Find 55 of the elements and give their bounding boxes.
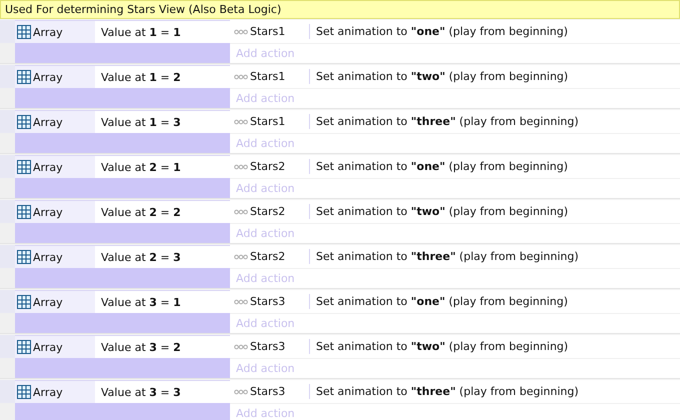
action-text[interactable]: Set animation to "three" (play from beginning) <box>310 385 579 398</box>
action-text[interactable]: Set animation to "one" (play from beginning) <box>310 160 568 173</box>
object-name: Stars2 <box>250 250 286 263</box>
object-name: Array <box>33 160 63 174</box>
object-name: Stars3 <box>250 295 286 308</box>
action-text[interactable]: Set animation to "three" (play from beginning) <box>310 250 579 263</box>
action-text[interactable]: Set animation to "one" (play from beginning) <box>310 25 568 38</box>
sprite-icon <box>234 118 248 124</box>
action-text[interactable]: Set animation to "two" (play from beginning) <box>310 70 568 83</box>
grid-icon <box>17 25 31 39</box>
sprite-icon <box>234 74 248 80</box>
object-name: Stars2 <box>250 205 286 218</box>
object-name: Array <box>33 340 63 354</box>
grid-icon <box>17 115 31 129</box>
object-name: Array <box>33 26 63 38</box>
object-name: Array <box>33 296 63 308</box>
sprite-icon <box>234 28 248 34</box>
grid-icon <box>17 205 31 219</box>
event-margin[interactable] <box>0 110 15 153</box>
event-margin[interactable] <box>0 65 15 108</box>
object-name: Stars1 <box>250 70 286 83</box>
object-name: Array <box>33 206 63 218</box>
event-margin[interactable] <box>0 155 15 198</box>
event-margin[interactable] <box>0 290 15 333</box>
sprite-icon <box>234 254 248 260</box>
object-name: Array <box>33 116 63 128</box>
sprite-icon <box>234 298 248 304</box>
grid-icon <box>17 70 31 84</box>
grid-icon <box>17 385 31 399</box>
grid-icon <box>17 160 31 174</box>
object-name: Stars3 <box>250 385 286 398</box>
sprite-icon <box>234 388 248 394</box>
event-margin[interactable] <box>0 335 15 378</box>
action-text[interactable]: Set animation to "three" (play from beginning) <box>310 115 579 128</box>
object-name: Array <box>33 70 63 84</box>
grid-icon <box>17 295 31 309</box>
event-margin[interactable] <box>0 200 15 243</box>
action-text[interactable]: Set animation to "two" (play from beginning) <box>310 205 568 218</box>
action-text[interactable]: Set animation to "two" (play from beginning) <box>310 340 568 353</box>
sprite-icon <box>234 208 248 214</box>
sprite-icon <box>234 164 248 170</box>
event-margin[interactable] <box>0 380 15 420</box>
object-name: Array <box>33 250 63 264</box>
object-name: Stars3 <box>250 340 286 353</box>
action-text[interactable]: Set animation to "one" (play from beginning) <box>310 295 568 308</box>
grid-icon <box>17 250 31 264</box>
object-name: Stars2 <box>250 160 286 173</box>
group-title[interactable]: Used For determining Stars View (Also Beta Logic) <box>0 0 680 19</box>
event-margin[interactable] <box>0 245 15 288</box>
grid-icon <box>17 340 31 354</box>
object-name: Array <box>33 386 63 398</box>
object-name: Stars1 <box>250 25 286 38</box>
sprite-icon <box>234 344 248 350</box>
object-name: Stars1 <box>250 115 286 128</box>
event-margin[interactable] <box>0 20 15 63</box>
